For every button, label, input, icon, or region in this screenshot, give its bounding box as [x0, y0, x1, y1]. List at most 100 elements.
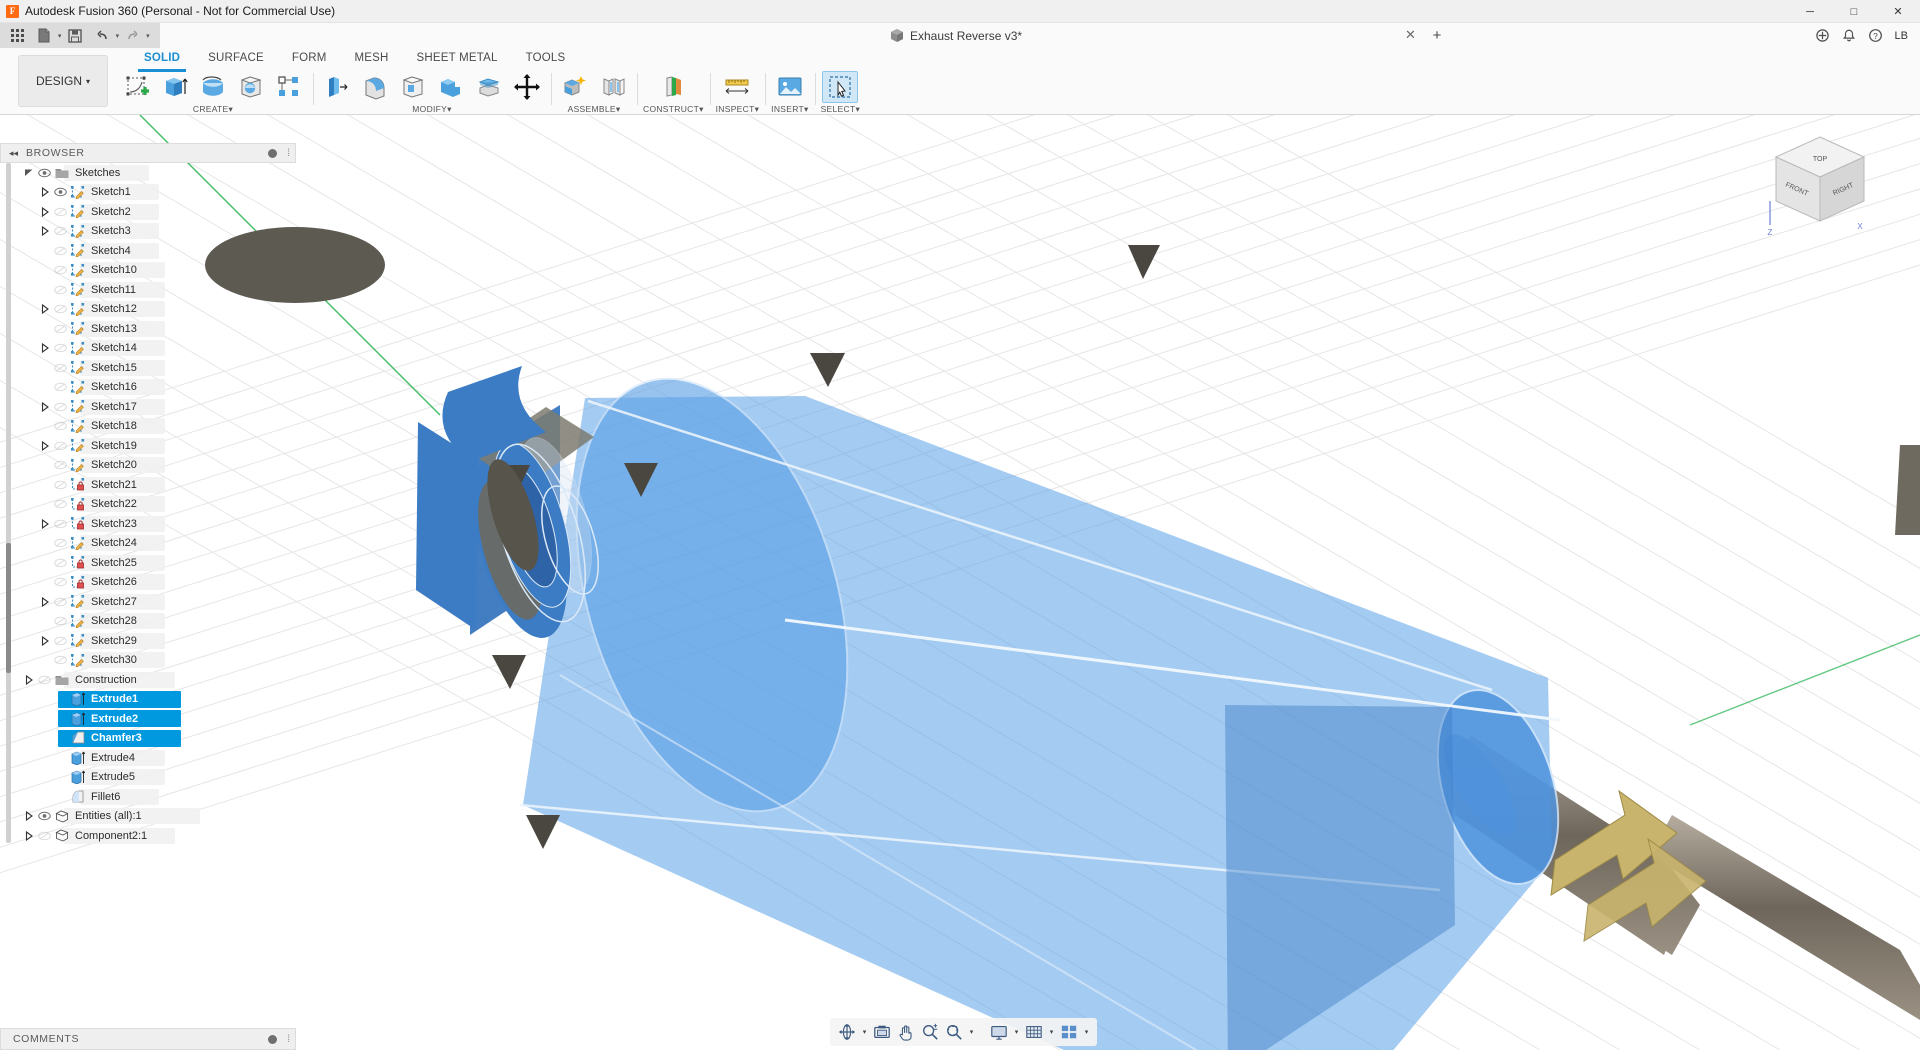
bell-icon[interactable]	[1842, 28, 1856, 43]
panel-create-caret-icon[interactable]: ▾	[229, 104, 234, 114]
browser-item-sketch22[interactable]: Sketch22	[0, 495, 300, 515]
browser-item-extrude1[interactable]: Extrude1	[0, 690, 300, 710]
close-button[interactable]: ✕	[1876, 0, 1920, 23]
new-document-icon[interactable]	[35, 25, 53, 46]
expand-arrow-right-icon[interactable]	[38, 634, 52, 648]
tab-surface[interactable]: SURFACE	[194, 48, 278, 68]
visibility-eye-off-icon[interactable]	[52, 497, 69, 511]
browser-item-sketch1[interactable]: Sketch1	[0, 183, 300, 203]
new-document-caret-icon[interactable]: ▾	[55, 25, 63, 46]
browser-item-sketch15[interactable]: Sketch15	[0, 358, 300, 378]
select-window-icon[interactable]	[822, 71, 858, 103]
display-settings-icon[interactable]	[988, 1020, 1010, 1044]
offset-plane-icon[interactable]	[655, 71, 691, 103]
browser-item-sketch26[interactable]: Sketch26	[0, 573, 300, 593]
move-copy-icon[interactable]	[509, 71, 545, 103]
collapse-browser-icon[interactable]: ◂◂	[9, 148, 18, 159]
tab-form[interactable]: FORM	[278, 48, 341, 68]
panel-modify-caret-icon[interactable]: ▾	[447, 104, 452, 114]
panel-insert-caret-icon[interactable]: ▾	[804, 104, 809, 114]
visibility-eye-off-icon[interactable]	[52, 380, 69, 394]
visibility-eye-off-icon[interactable]	[52, 595, 69, 609]
browser-item-sketch25[interactable]: Sketch25	[0, 553, 300, 573]
combine-icon[interactable]	[433, 71, 469, 103]
expand-arrow-right-icon[interactable]	[38, 595, 52, 609]
browser-item-sketch4[interactable]: Sketch4	[0, 241, 300, 261]
undo-icon[interactable]	[93, 25, 111, 46]
document-tab[interactable]: Exhaust Reverse v3*	[880, 23, 1032, 48]
browser-item-sketch16[interactable]: Sketch16	[0, 378, 300, 398]
zoom-window-caret-icon[interactable]: ▾	[967, 1020, 976, 1044]
browser-item-sketch30[interactable]: Sketch30	[0, 651, 300, 671]
extrude-icon[interactable]	[157, 71, 193, 103]
zoom-icon[interactable]	[919, 1020, 941, 1044]
browser-item-chamfer3[interactable]: Chamfer3	[0, 729, 300, 749]
browser-item-sketch24[interactable]: Sketch24	[0, 534, 300, 554]
panel-inspect-caret-icon[interactable]: ▾	[755, 104, 760, 114]
document-tab-close-icon[interactable]: ✕	[1405, 27, 1416, 43]
panel-assemble-caret-icon[interactable]: ▾	[616, 104, 621, 114]
visibility-eye-off-icon[interactable]	[52, 439, 69, 453]
visibility-eye-off-icon[interactable]	[52, 517, 69, 531]
comments-resize-grip[interactable]: ⁞	[287, 1034, 290, 1045]
browser-item-extrude2[interactable]: Extrude2	[0, 709, 300, 729]
insert-mcmaster-icon[interactable]	[772, 71, 808, 103]
expand-arrow-right-icon[interactable]	[38, 517, 52, 531]
visibility-eye-off-icon[interactable]	[52, 556, 69, 570]
expand-arrow-right-icon[interactable]	[38, 224, 52, 238]
expand-arrow-right-icon[interactable]	[22, 809, 36, 823]
create-sketch-icon[interactable]	[119, 71, 155, 103]
redo-icon[interactable]	[123, 25, 141, 46]
browser-item-sketch27[interactable]: Sketch27	[0, 592, 300, 612]
browser-item-sketch28[interactable]: Sketch28	[0, 612, 300, 632]
browser-item-sketch12[interactable]: Sketch12	[0, 300, 300, 320]
extensions-icon[interactable]	[1815, 28, 1830, 43]
revolve-icon[interactable]	[195, 71, 231, 103]
panel-select-caret-icon[interactable]: ▾	[855, 104, 860, 114]
visibility-eye-on-icon[interactable]	[36, 809, 53, 823]
new-tab-button[interactable]: +	[1428, 26, 1446, 44]
app-grid-icon[interactable]	[8, 25, 26, 46]
browser-item-sketch11[interactable]: Sketch11	[0, 280, 300, 300]
browser-resize-grip[interactable]: ⁞	[287, 148, 290, 159]
comments-pin-icon[interactable]	[268, 1035, 277, 1044]
visibility-eye-off-icon[interactable]	[52, 653, 69, 667]
display-settings-caret-icon[interactable]: ▾	[1012, 1020, 1021, 1044]
browser-item-sketch13[interactable]: Sketch13	[0, 319, 300, 339]
visibility-eye-off-icon[interactable]	[52, 361, 69, 375]
visibility-eye-off-icon[interactable]	[36, 829, 53, 843]
visibility-eye-off-icon[interactable]	[52, 205, 69, 219]
browser-item-sketch21[interactable]: Sketch21	[0, 475, 300, 495]
expand-arrow-right-icon[interactable]	[38, 341, 52, 355]
expand-arrow-right-icon[interactable]	[38, 185, 52, 199]
fillet-icon[interactable]	[357, 71, 393, 103]
browser-pin-icon[interactable]	[268, 149, 277, 158]
browser-item-construction[interactable]: Construction	[0, 670, 300, 690]
browser-item-sketch14[interactable]: Sketch14	[0, 339, 300, 359]
browser-item-entities-all-1[interactable]: Entities (all):1	[0, 807, 300, 827]
viewports-caret-icon[interactable]: ▾	[1082, 1020, 1091, 1044]
visibility-eye-off-icon[interactable]	[36, 673, 53, 687]
visibility-eye-on-icon[interactable]	[52, 185, 69, 199]
browser-item-sketches[interactable]: Sketches	[0, 163, 300, 183]
browser-item-component2-1[interactable]: Component2:1	[0, 826, 300, 846]
expand-arrow-right-icon[interactable]	[38, 302, 52, 316]
split-face-icon[interactable]	[471, 71, 507, 103]
account-initials[interactable]: LB	[1895, 30, 1908, 42]
pan-look-at-icon[interactable]	[871, 1020, 893, 1044]
browser-item-sketch20[interactable]: Sketch20	[0, 456, 300, 476]
tab-solid[interactable]: SOLID	[130, 48, 194, 68]
redo-caret-icon[interactable]: ▾	[144, 25, 152, 46]
visibility-eye-off-icon[interactable]	[52, 575, 69, 589]
visibility-eye-off-icon[interactable]	[52, 302, 69, 316]
view-cube[interactable]: TOP FRONT RIGHT Z X	[1760, 129, 1880, 239]
browser-item-sketch19[interactable]: Sketch19	[0, 436, 300, 456]
expand-arrow-right-icon[interactable]	[22, 673, 36, 687]
pan-hand-icon[interactable]	[895, 1020, 917, 1044]
browser-item-sketch29[interactable]: Sketch29	[0, 631, 300, 651]
measure-icon[interactable]	[719, 71, 755, 103]
visibility-eye-off-icon[interactable]	[52, 341, 69, 355]
expand-arrow-right-icon[interactable]	[38, 400, 52, 414]
shell-icon[interactable]	[395, 71, 431, 103]
tab-tools[interactable]: TOOLS	[512, 48, 580, 68]
